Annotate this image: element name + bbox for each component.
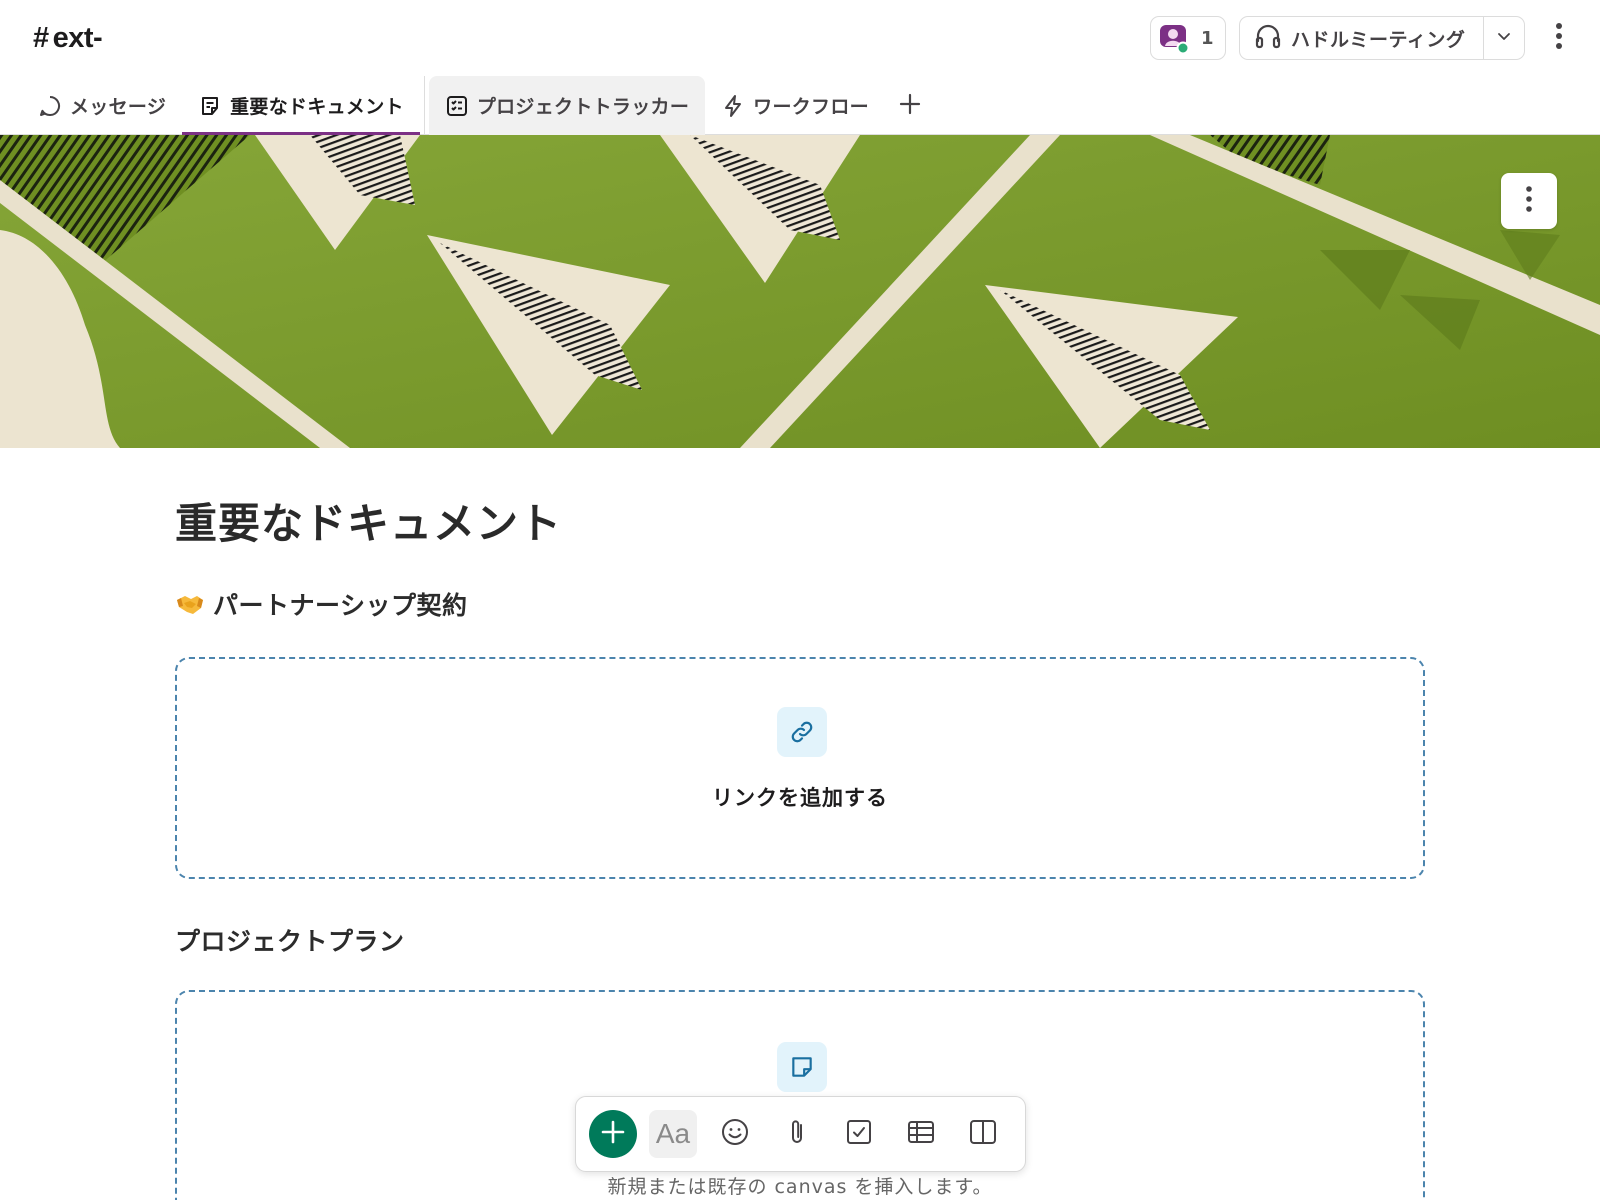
tab-label: メッセージ (70, 96, 167, 118)
canvas-header-image (0, 135, 1600, 448)
tab-project-tracker[interactable]: プロジェクトトラッカー (428, 76, 706, 135)
attachment-icon (784, 1117, 810, 1151)
lightning-icon (721, 94, 745, 118)
section-heading-partnership[interactable]: パートナーシップ契約 (175, 586, 468, 622)
huddle-button[interactable]: ハドルミーティング (1240, 17, 1484, 59)
attach-file-button[interactable] (773, 1110, 821, 1158)
message-icon (38, 94, 62, 118)
tab-important-documents[interactable]: 重要なドキュメント (182, 76, 420, 135)
more-vertical-icon (1525, 185, 1533, 217)
huddle-options-button[interactable] (1484, 17, 1524, 59)
checklist-icon (845, 1118, 873, 1150)
plus-icon (899, 93, 921, 119)
headphones-icon (1253, 21, 1283, 55)
channel-title[interactable]: # ext- (33, 22, 103, 55)
chevron-down-icon (1496, 28, 1512, 48)
add-link-placeholder[interactable]: リンクを追加する (175, 657, 1425, 879)
layout-button[interactable] (959, 1110, 1007, 1158)
table-icon (906, 1118, 936, 1150)
canvas-icon (198, 94, 222, 118)
tab-label: 重要なドキュメント (230, 96, 404, 118)
add-icon (600, 1119, 626, 1149)
channel-name: ext- (52, 22, 103, 54)
huddle-label: ハドルミーティング (1291, 28, 1466, 51)
channel-more-button[interactable] (1546, 20, 1572, 56)
channel-tabs: メッセージ 重要なドキュメント プロジェクトトラッカー ワークフロー (22, 76, 935, 135)
paper-airplane-illustration (0, 135, 1600, 448)
tab-label: ワークフロー (753, 96, 869, 118)
table-button[interactable] (897, 1110, 945, 1158)
add-link-label: リンクを追加する (712, 786, 888, 810)
insert-canvas-label: 新規または既存の canvas を挿入します。 (607, 1176, 993, 1198)
huddle-button-group: ハドルミーティング (1239, 16, 1525, 60)
link-icon (777, 707, 827, 757)
emoji-icon (720, 1117, 750, 1151)
canvas-icon (777, 1042, 827, 1092)
channel-header: # ext- 1 ハドルミーティング メッセージ 重要なドキュメント プロジェク… (0, 0, 1600, 135)
section-heading-text: パートナーシップ契約 (213, 591, 468, 620)
canvas-formatting-toolbar: Aa (575, 1096, 1026, 1172)
canvas-title[interactable]: 重要なドキュメント (175, 490, 562, 551)
handshake-emoji-icon (175, 591, 205, 617)
list-icon (445, 94, 469, 118)
layout-icon (968, 1118, 998, 1150)
section-heading-project-plan[interactable]: プロジェクトプラン (175, 922, 405, 958)
tab-divider (423, 76, 425, 135)
member-count-button[interactable]: 1 (1150, 16, 1226, 60)
channel-hash: # (33, 22, 49, 54)
emoji-button[interactable] (711, 1110, 759, 1158)
tab-messages[interactable]: メッセージ (22, 76, 182, 135)
section-heading-text: プロジェクトプラン (175, 927, 405, 956)
text-format-button[interactable]: Aa (649, 1110, 697, 1158)
member-avatar-icon (1159, 24, 1190, 55)
tab-workflow[interactable]: ワークフロー (705, 76, 885, 135)
format-icon: Aa (655, 1118, 691, 1149)
add-tab-button[interactable] (885, 76, 935, 135)
tab-label: プロジェクトトラッカー (476, 96, 690, 118)
member-count: 1 (1201, 27, 1214, 49)
more-vertical-icon (1555, 22, 1563, 54)
checklist-button[interactable] (835, 1110, 883, 1158)
header-image-options-button[interactable] (1501, 173, 1557, 229)
insert-button[interactable] (589, 1110, 637, 1158)
